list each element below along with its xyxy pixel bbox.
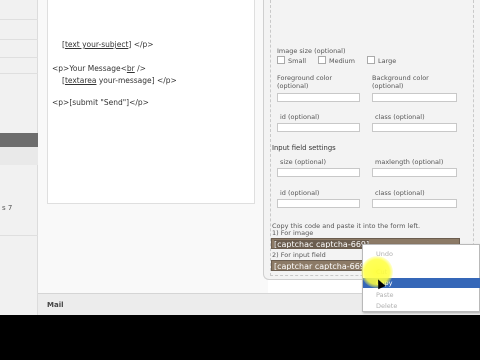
- admin-sidebar: s 7: [0, 0, 38, 315]
- screen: s 7 [text your-subject] </p> <p>Your Mes…: [0, 0, 480, 315]
- for-input-label: 2) For input field: [272, 251, 326, 259]
- image-size-label: Image size (optional): [277, 47, 346, 55]
- letterbox-bar: [0, 315, 480, 360]
- class-input-2[interactable]: [372, 199, 457, 208]
- maxlength-input[interactable]: [372, 168, 457, 177]
- class-label: class (optional): [375, 113, 425, 121]
- foreground-optional-label: (optional): [277, 82, 309, 90]
- id-label: id (optional): [280, 113, 320, 121]
- maxlength-label: maxlength (optional): [375, 158, 444, 166]
- sidebar-item[interactable]: [0, 0, 38, 20]
- foreground-color-label: Foreground color: [277, 74, 333, 82]
- background-color-label: Background color: [372, 74, 429, 82]
- code-line-1: [text your-subject] </p>: [62, 40, 154, 49]
- large-label: Large: [378, 57, 397, 65]
- menu-item-paste[interactable]: Paste: [363, 290, 480, 300]
- input-field-settings-heading: Input field settings: [272, 144, 336, 152]
- menu-item-delete[interactable]: Delete: [363, 301, 480, 311]
- small-checkbox[interactable]: [277, 56, 285, 64]
- size-label: size (optional): [280, 158, 327, 166]
- code-line-2: <p>Your Message<br />: [52, 64, 146, 73]
- captcha-tag-generator: Image size (optional) Small Medium Large…: [263, 0, 480, 280]
- id-input[interactable]: [277, 123, 360, 132]
- sidebar-item[interactable]: [0, 147, 38, 165]
- small-label: Small: [288, 57, 307, 65]
- form-code-textarea[interactable]: [text your-subject] </p> <p>Your Message…: [47, 0, 255, 204]
- background-optional-label: (optional): [372, 82, 404, 90]
- large-checkbox[interactable]: [367, 56, 375, 64]
- foreground-color-input[interactable]: [277, 93, 360, 102]
- mail-label: Mail: [47, 301, 64, 309]
- form-editor-panel: [text your-subject] </p> <p>Your Message…: [38, 0, 268, 293]
- for-image-label: 1) For image: [272, 229, 314, 237]
- class-label-2: class (optional): [375, 189, 425, 197]
- background-color-input[interactable]: [372, 93, 457, 102]
- class-input[interactable]: [372, 123, 457, 132]
- id-input-2[interactable]: [277, 199, 360, 208]
- sidebar-count: s 7: [2, 204, 13, 212]
- code-line-3: [textarea your-message] </p>: [62, 76, 177, 85]
- id-label-2: id (optional): [280, 189, 320, 197]
- size-input[interactable]: [277, 168, 360, 177]
- code-line-4: <p>[submit "Send"]</p>: [52, 98, 149, 107]
- sidebar-item[interactable]: [0, 40, 38, 58]
- sidebar-item[interactable]: [0, 20, 38, 40]
- sidebar-item[interactable]: [0, 218, 38, 236]
- sidebar-item-active[interactable]: [0, 133, 38, 147]
- medium-label: Medium: [329, 57, 355, 65]
- sidebar-item[interactable]: [0, 58, 38, 74]
- medium-checkbox[interactable]: [318, 56, 326, 64]
